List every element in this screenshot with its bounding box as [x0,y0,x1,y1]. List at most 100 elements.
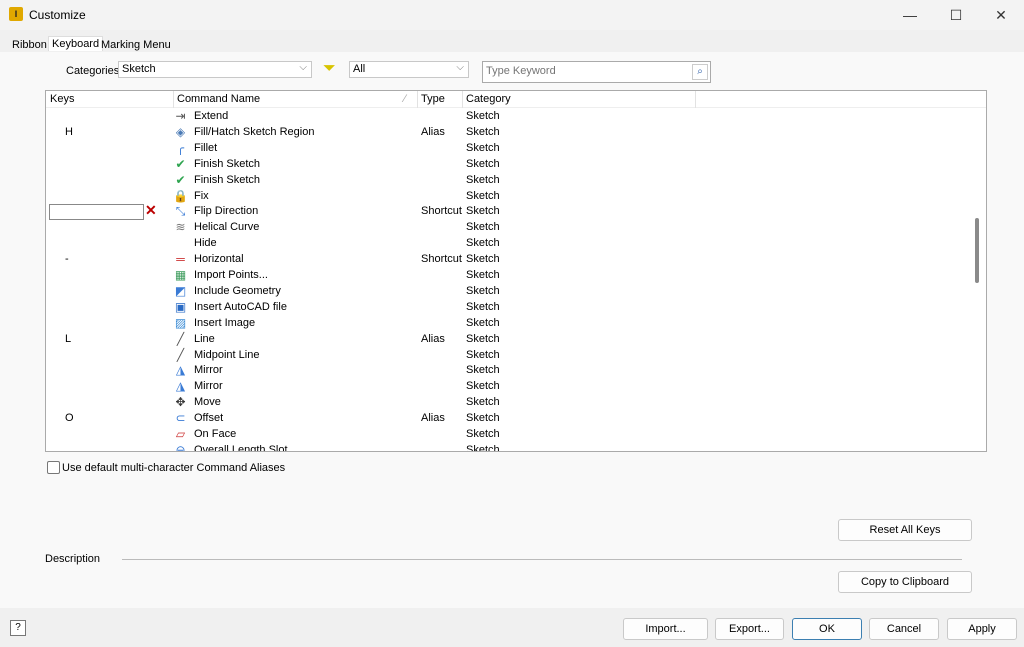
ok-button[interactable]: OK [792,618,862,640]
table-row[interactable]: 🔒 Fix Sketch [46,188,966,204]
import-points-icon: ▦ [174,268,187,282]
table-row[interactable]: L ╱ Line Alias Sketch [46,331,966,347]
row-category: Sketch [466,237,500,250]
slot-icon: ⊖ [175,442,186,452]
key-input[interactable] [49,204,144,221]
row-category: Sketch [466,300,500,313]
search-icon[interactable]: ⌕ [692,64,708,80]
horizontal-icon: ═ [176,252,185,267]
autocad-file-icon: ▣ [174,299,187,314]
import-button[interactable]: Import... [623,618,708,640]
image-icon: ▨ [174,315,187,330]
row-command-name: On Face [194,428,237,440]
window-title: Customize [29,8,86,22]
table-row[interactable]: ✥ Move Sketch [46,394,966,410]
checkmark-icon: ✔ [175,172,186,187]
categories-select[interactable]: Sketch ⌵ [118,61,312,78]
table-row[interactable]: ✔ Finish Sketch Sketch [46,172,966,188]
row-type: Shortcut [421,253,462,266]
row-category: Sketch [466,221,500,234]
row-category: Sketch [466,348,500,361]
checkmark-icon: ✔ [175,156,186,171]
table-row[interactable]: ▨ Insert Image Sketch [46,315,966,331]
header-command-name[interactable]: Command Name [177,93,260,105]
table-row[interactable]: Hide Sketch [46,235,966,251]
minimize-button[interactable]: — [895,4,925,26]
fill-hatch-icon: ◈ [175,124,186,139]
row-category: Sketch [466,141,500,154]
table-row[interactable]: H ◈ Fill/Hatch Sketch Region Alias Sketch [46,124,966,140]
filter-icon[interactable]: ⏷ [323,60,336,78]
header-keys[interactable]: Keys [50,93,74,105]
fillet-icon: ╭ [176,140,185,155]
midpoint-line-icon: ╱ [176,347,185,362]
extend-icon: ⇥ [175,109,186,123]
row-command-name: Line [194,332,215,345]
table-row[interactable]: ▦ Import Points... Sketch [46,267,966,283]
row-category: Sketch [466,396,500,409]
row-category: Sketch [466,125,500,138]
row-category: Sketch [466,380,500,393]
on-face-icon: ▱ [175,427,186,441]
description-label: Description [45,553,101,565]
default-aliases-label: Use default multi-character Command Alia… [62,462,286,474]
header-type[interactable]: Type [421,93,445,105]
row-category: Sketch [466,173,500,186]
cancel-button[interactable]: Cancel [869,618,939,640]
row-key: L [65,332,72,345]
tab-marking-menu[interactable]: Marking Menu [98,38,174,52]
scrollbar-thumb[interactable] [975,218,979,283]
table-row[interactable]: O ⊂ Offset Alias Sketch [46,410,966,426]
row-command-name: Midpoint Line [194,348,260,361]
copy-to-clipboard-button[interactable]: Copy to Clipboard [838,571,972,593]
row-category: Sketch [466,316,500,329]
line-icon: ╱ [176,331,185,346]
table-row[interactable]: ⇥ Extend Sketch [46,108,966,124]
tab-keyboard[interactable]: Keyboard [48,36,104,51]
table-row[interactable]: ≋ Helical Curve Sketch [46,219,966,235]
table-row[interactable]: ✕ ⤡ Flip Direction Shortcut Sketch [46,202,966,221]
row-category: Sketch [466,157,500,170]
table-row[interactable]: ◮ Mirror Sketch [46,362,966,378]
table-row[interactable]: ◮ Mirror Sketch [46,378,966,394]
row-command-name: Hide [194,237,217,250]
helical-curve-icon: ≋ [175,220,186,235]
table-row[interactable]: ◩ Include Geometry Sketch [46,283,966,299]
row-command-name: Finish Sketch [194,173,261,186]
table-row[interactable]: - ═ Horizontal Shortcut Sketch [46,251,966,267]
row-category: Sketch [466,110,500,122]
header-category[interactable]: Category [466,93,511,105]
table-row[interactable]: ▣ Insert AutoCAD file Sketch [46,299,966,315]
help-icon[interactable]: ? [10,620,26,636]
row-category: Sketch [466,189,500,202]
table-row[interactable]: ╱ Midpoint Line Sketch [46,347,966,363]
row-category: Sketch [466,284,500,297]
sort-indicator-icon: ∕ [404,93,406,105]
table-row[interactable]: ⊖ Overall Length Slot Sketch [46,442,966,452]
row-command-name: Flip Direction [194,205,259,218]
maximize-button[interactable]: ☐ [941,4,971,26]
row-type: Alias [421,412,445,425]
row-command-name: Horizontal [194,253,244,266]
clear-key-icon[interactable]: ✕ [145,202,157,219]
tab-ribbon[interactable]: Ribbon [9,38,50,52]
close-button[interactable]: ✕ [986,4,1016,26]
move-icon: ✥ [175,395,186,410]
apply-button[interactable]: Apply [947,618,1017,640]
offset-icon: ⊂ [175,411,186,426]
table-row[interactable]: ✔ Finish Sketch Sketch [46,156,966,172]
row-category: Sketch [466,269,500,281]
table-row[interactable]: ╭ Fillet Sketch [46,140,966,156]
reset-all-keys-button[interactable]: Reset All Keys [838,519,972,541]
table-row[interactable]: ▱ On Face Sketch [46,426,966,442]
default-aliases-checkbox[interactable] [47,461,60,474]
chevron-down-icon: ⌵ [456,62,464,73]
commands-table: Keys Command Name ∕ Type Category ⇥ Exten… [45,90,987,452]
categories-label: Categories: [66,65,123,77]
export-button[interactable]: Export... [715,618,784,640]
mirror-icon: ◮ [175,363,186,378]
row-category: Sketch [466,428,500,440]
keyword-search-input[interactable] [483,62,683,80]
keyword-search[interactable]: ⌕ [482,61,711,83]
type-filter-select[interactable]: All ⌵ [349,61,469,78]
